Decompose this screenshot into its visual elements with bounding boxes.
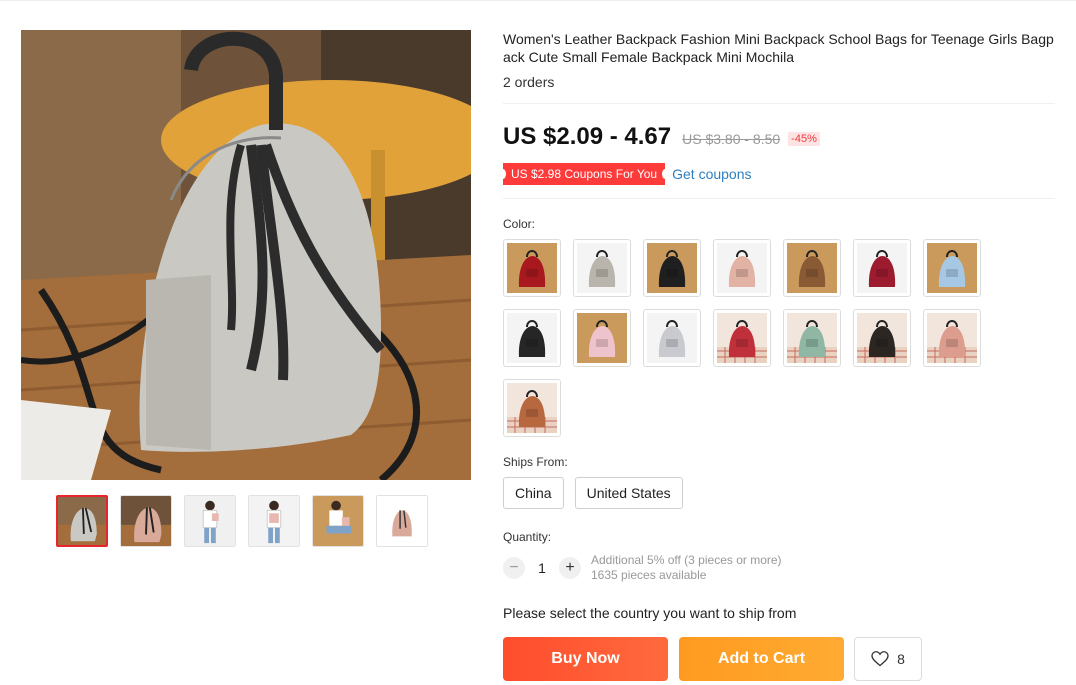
- top-rule: [0, 0, 1076, 1]
- heart-icon: [871, 651, 889, 667]
- thumbnail-backpack-pink[interactable]: [120, 495, 172, 547]
- orders-count: 2 orders: [503, 74, 555, 90]
- wishlist-count: 8: [897, 651, 905, 667]
- quantity-increase-button[interactable]: +: [559, 557, 581, 579]
- thumbnail-model-front[interactable]: [184, 495, 236, 547]
- wishlist-button[interactable]: 8: [854, 637, 922, 681]
- price: US $2.09 - 4.67: [503, 123, 672, 150]
- quantity-stepper: − 1 + Additional 5% off (3 pieces or mor…: [503, 553, 1055, 583]
- buy-now-button[interactable]: Buy Now: [503, 637, 668, 681]
- quantity-decrease-button[interactable]: −: [503, 557, 525, 579]
- color-swatch-plaid-red[interactable]: [713, 309, 771, 367]
- add-to-cart-button[interactable]: Add to Cart: [679, 637, 844, 681]
- coupon-tag[interactable]: US $2.98 Coupons For You: [499, 163, 669, 185]
- swatch-image: [927, 313, 977, 363]
- swatch-image: [927, 243, 977, 293]
- ships-from-label: Ships From:: [503, 455, 568, 469]
- color-swatch-black-2[interactable]: [503, 309, 561, 367]
- swatch-image: [577, 313, 627, 363]
- swatch-image: [717, 243, 767, 293]
- quantity-note: Additional 5% off (3 pieces or more) 163…: [591, 553, 782, 583]
- swatch-image: [717, 313, 767, 363]
- coupon-row: US $2.98 Coupons For You Get coupons: [499, 163, 1055, 185]
- swatch-image: [647, 243, 697, 293]
- thumbnail-backpack-pink-flat[interactable]: [376, 495, 428, 547]
- bulk-discount-note: Additional 5% off (3 pieces or more): [591, 553, 782, 567]
- color-swatches: [503, 239, 993, 437]
- get-coupons-link[interactable]: Get coupons: [672, 166, 751, 182]
- thumbnail-model-sitting[interactable]: [312, 495, 364, 547]
- color-swatch-light-pink[interactable]: [573, 309, 631, 367]
- color-swatch-plaid-green[interactable]: [783, 309, 841, 367]
- color-swatch-plaid-pink[interactable]: [923, 309, 981, 367]
- swatch-image: [507, 243, 557, 293]
- color-swatch-light-blue[interactable]: [923, 239, 981, 297]
- color-swatch-wine[interactable]: [853, 239, 911, 297]
- ship-option-china[interactable]: China: [503, 477, 564, 509]
- color-swatch-gray[interactable]: [573, 239, 631, 297]
- thumbnail-strip: [56, 495, 428, 547]
- ship-option-united-states[interactable]: United States: [574, 477, 683, 509]
- backpack-photo: [21, 30, 471, 480]
- stock-available: 1635 pieces available: [591, 568, 707, 582]
- swatch-image: [857, 243, 907, 293]
- color-swatch-plaid-brown[interactable]: [503, 379, 561, 437]
- product-title: Women's Leather Backpack Fashion Mini Ba…: [503, 31, 1054, 65]
- swatch-image: [507, 383, 557, 433]
- swatch-image: [647, 313, 697, 363]
- divider: [503, 198, 1055, 199]
- color-swatch-pink[interactable]: [713, 239, 771, 297]
- color-swatch-red[interactable]: [503, 239, 561, 297]
- color-swatch-black[interactable]: [643, 239, 701, 297]
- color-swatch-brown[interactable]: [783, 239, 841, 297]
- quantity-label: Quantity:: [503, 530, 552, 544]
- color-swatch-silver[interactable]: [643, 309, 701, 367]
- quantity-value[interactable]: 1: [525, 560, 559, 576]
- action-buttons: Buy Now Add to Cart 8: [503, 637, 1055, 681]
- color-swatch-plaid-black[interactable]: [853, 309, 911, 367]
- product-info: Women's Leather Backpack Fashion Mini Ba…: [499, 30, 1055, 681]
- swatch-image: [857, 313, 907, 363]
- color-label: Color:: [503, 217, 536, 231]
- thumbnail-backpack-gray[interactable]: [56, 495, 108, 547]
- original-price: US $3.80 - 8.50: [682, 131, 781, 147]
- discount-badge: -45%: [788, 132, 820, 146]
- swatch-image: [787, 243, 837, 293]
- ships-from-options: China United States: [503, 477, 1055, 509]
- thumbnail-model-back[interactable]: [248, 495, 300, 547]
- price-row: US $2.09 - 4.67 US $3.80 - 8.50 -45%: [503, 123, 1055, 151]
- divider: [503, 103, 1055, 104]
- swatch-image: [577, 243, 627, 293]
- main-product-image[interactable]: [21, 30, 471, 480]
- swatch-image: [507, 313, 557, 363]
- swatch-image: [787, 313, 837, 363]
- ship-country-prompt: Please select the country you want to sh…: [503, 605, 797, 621]
